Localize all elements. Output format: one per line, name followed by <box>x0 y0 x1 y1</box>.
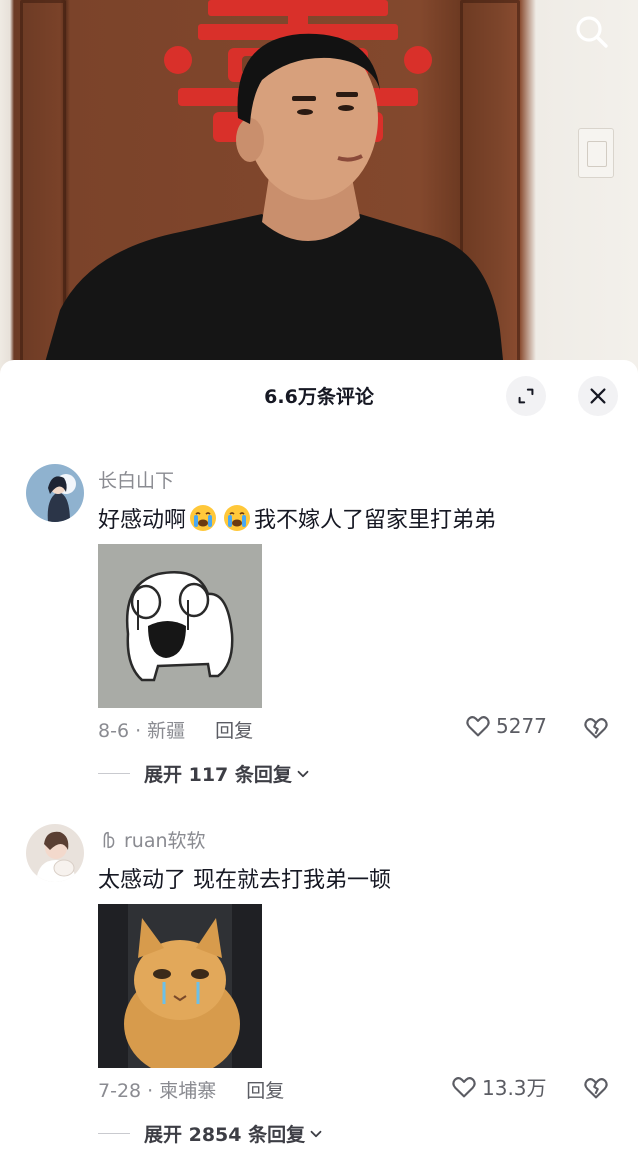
like-button[interactable]: 5277 <box>464 712 547 740</box>
like-count: 5277 <box>496 714 547 738</box>
expand-replies-button[interactable]: 展开 117 条回复 <box>98 760 312 787</box>
comment-username[interactable]: ruan软软 <box>98 826 206 853</box>
expand-sheet-button[interactable] <box>506 376 546 416</box>
reply-button[interactable]: 回复 <box>246 1076 284 1103</box>
close-icon <box>590 388 606 404</box>
avatar[interactable] <box>26 824 84 882</box>
heart-outline-icon <box>466 716 490 737</box>
expand-replies-button[interactable]: 展开 2854 条回复 <box>98 1120 325 1147</box>
person-in-video <box>40 33 505 380</box>
comment-sticker-image[interactable] <box>98 904 262 1068</box>
expand-icon <box>518 388 534 404</box>
comment-text: 好感动啊 我不嫁人了留家里打弟弟 <box>98 502 496 534</box>
crying-emoji-icon <box>224 505 251 531</box>
comment-sticker-image[interactable] <box>98 544 262 708</box>
comment-meta: 8-6 · 新疆 回复 <box>98 716 253 743</box>
chevron-down-icon <box>297 770 309 777</box>
reply-button[interactable]: 回复 <box>215 716 253 743</box>
search-icon <box>576 16 608 48</box>
video-player[interactable] <box>0 0 638 380</box>
sticker-badge-icon <box>103 831 115 848</box>
dislike-button[interactable] <box>582 1074 612 1104</box>
comment-date-location: 7-28 · 柬埔寨 <box>98 1080 217 1102</box>
sheet-header: 6.6万条评论 <box>0 360 638 428</box>
chevron-down-icon <box>310 1130 322 1137</box>
broken-heart-icon <box>584 1078 608 1099</box>
like-count: 13.3万 <box>482 1076 547 1100</box>
heart-outline-icon <box>452 1076 476 1097</box>
search-button[interactable] <box>572 12 612 52</box>
like-button[interactable]: 13.3万 <box>450 1072 547 1101</box>
comment-meta: 7-28 · 柬埔寨 回复 <box>98 1076 284 1103</box>
divider-line <box>98 1133 130 1134</box>
close-sheet-button[interactable] <box>578 376 618 416</box>
divider-line <box>98 773 130 774</box>
comment-date-location: 8-6 · 新疆 <box>98 720 186 742</box>
comment-sheet: 6.6万条评论 长白山下 好感动啊 我不嫁人了留家里打弟弟 8-6 · 新疆 回… <box>0 360 638 1162</box>
crying-emoji-icon <box>190 505 217 531</box>
comment-text: 太感动了 现在就去打我弟一顿 <box>98 868 391 893</box>
comment-username[interactable]: 长白山下 <box>98 466 174 493</box>
dislike-button[interactable] <box>582 714 612 744</box>
avatar[interactable] <box>26 464 84 522</box>
broken-heart-icon <box>584 718 608 739</box>
